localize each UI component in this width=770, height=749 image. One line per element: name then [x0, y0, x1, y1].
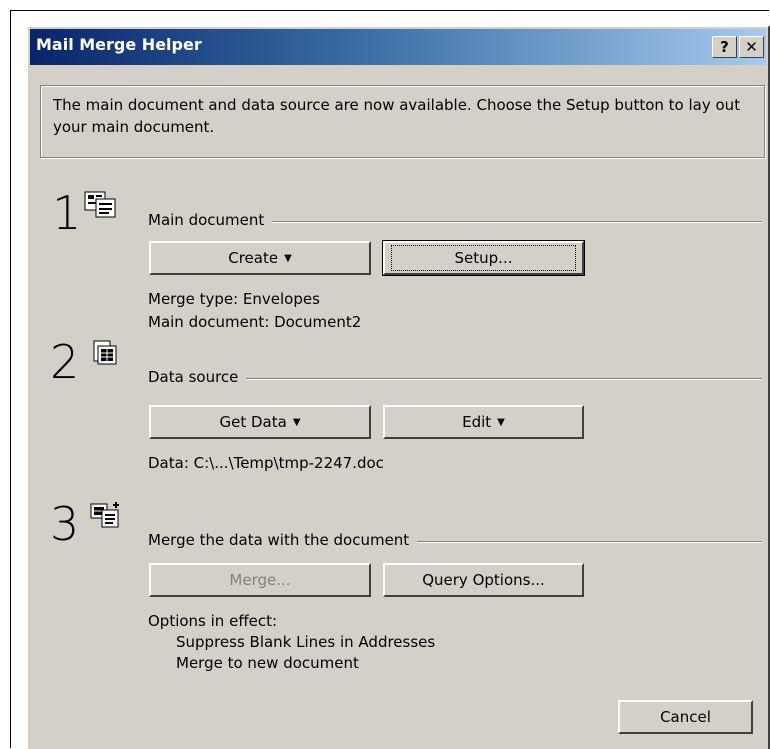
- close-button[interactable]: ✕: [739, 36, 764, 58]
- dropdown-arrow-icon: ▼: [497, 417, 505, 428]
- data-source-group-label: Data source: [148, 368, 247, 386]
- dropdown-arrow-icon: ▼: [292, 417, 301, 428]
- merge-group-label: Merge the data with the document: [148, 531, 418, 549]
- option-suppress-blank-lines: Suppress Blank Lines in Addresses: [176, 633, 436, 651]
- create-button-label: Create: [228, 249, 279, 267]
- create-button[interactable]: Create ▼: [149, 241, 371, 275]
- get-data-button[interactable]: Get Data ▼: [149, 405, 371, 439]
- dropdown-arrow-icon: ▼: [284, 253, 292, 264]
- mail-merge-helper-dialog: Mail Merge Helper ? ✕ The main document …: [26, 25, 770, 749]
- option-merge-to-new-document: Merge to new document: [176, 654, 359, 672]
- setup-button-label: Setup...: [390, 245, 577, 271]
- step-1-number: 1: [52, 186, 82, 240]
- merge-type-text: Merge type: Envelopes: [148, 290, 320, 308]
- get-data-button-label: Get Data: [219, 413, 287, 431]
- window-title: Mail Merge Helper: [36, 35, 202, 54]
- merge-button[interactable]: Merge...: [149, 563, 371, 597]
- main-document-name-text: Main document: Document2: [148, 313, 362, 331]
- setup-button[interactable]: Setup...: [382, 240, 585, 276]
- title-bar: Mail Merge Helper ? ✕: [30, 29, 766, 65]
- document-template-icon: [84, 191, 116, 218]
- help-button[interactable]: ?: [712, 36, 737, 58]
- step-2-number: 2: [50, 335, 80, 389]
- options-heading-text: Options in effect:: [148, 612, 278, 630]
- edit-button-label: Edit: [462, 413, 492, 431]
- info-message: The main document and data source are no…: [40, 85, 765, 158]
- edit-button[interactable]: Edit ▼: [383, 405, 584, 439]
- query-options-button[interactable]: Query Options...: [383, 563, 584, 597]
- merge-document-icon: [90, 502, 119, 528]
- cancel-button[interactable]: Cancel: [618, 700, 753, 734]
- data-source-icon: [93, 340, 117, 365]
- step-3-number: 3: [50, 497, 80, 551]
- main-document-group-label: Main document: [148, 211, 273, 229]
- data-file-path-text: Data: C:\...\Temp\tmp-2247.doc: [148, 454, 384, 472]
